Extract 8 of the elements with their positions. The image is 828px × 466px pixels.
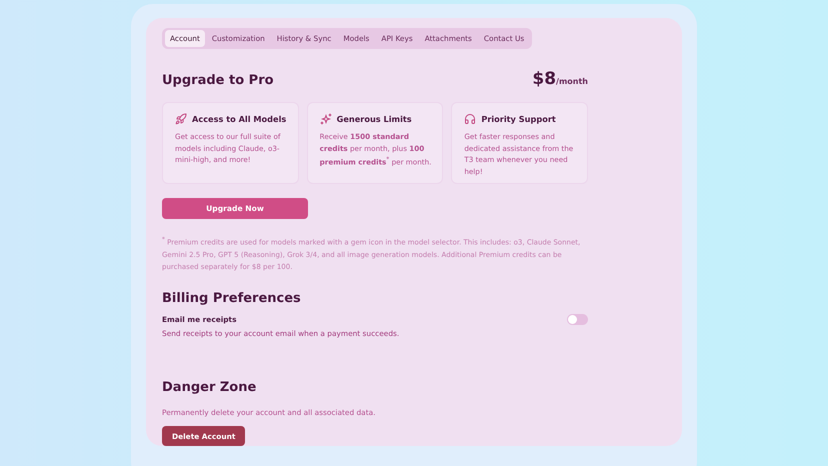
price: $8 (532, 69, 556, 89)
feature-title: Priority Support (481, 114, 556, 124)
section-title: Billing Preferences (162, 291, 302, 306)
price-period: /month (556, 77, 588, 86)
section-title: Upgrade to Pro (162, 73, 274, 88)
feature-title: Access to All Models (192, 114, 286, 124)
feature-title: Generous Limits (336, 114, 412, 124)
section-title: Danger Zone (162, 380, 258, 396)
